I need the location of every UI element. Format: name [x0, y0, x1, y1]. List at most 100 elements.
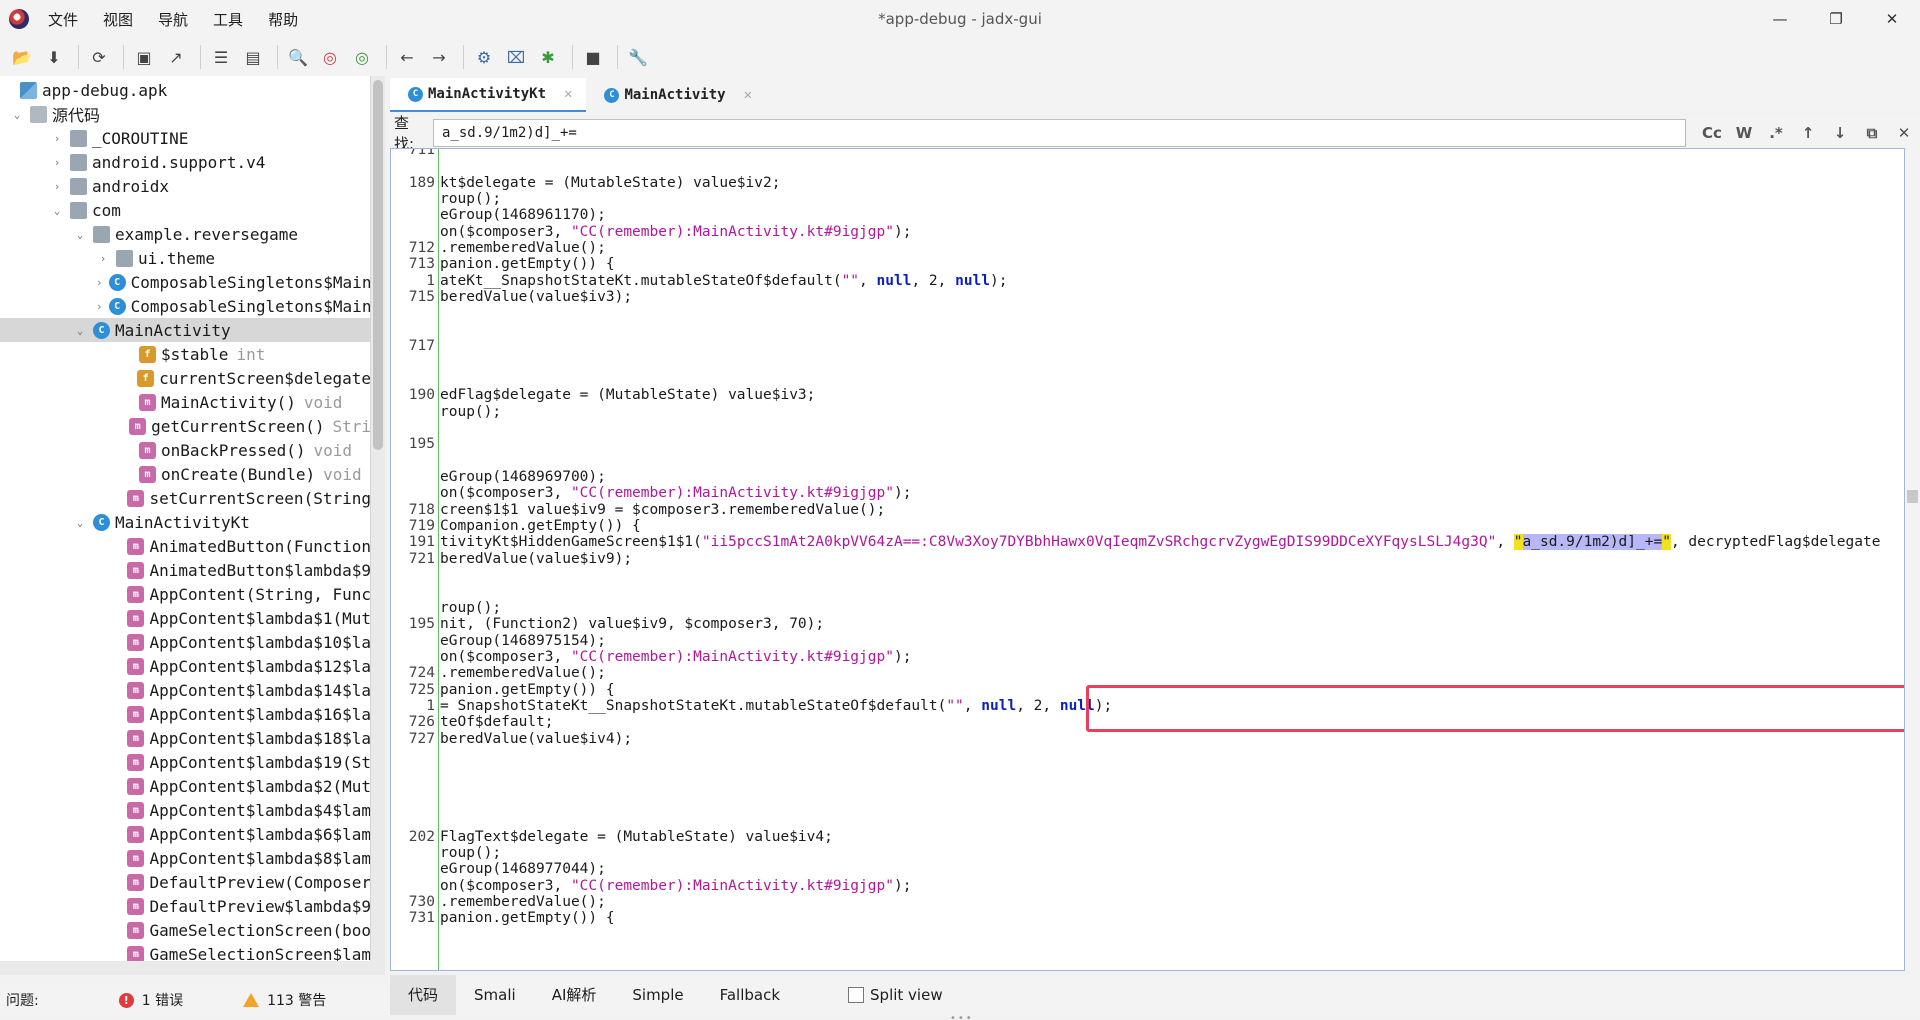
menu-navigation[interactable]: 导航 [158, 9, 188, 30]
tree-item[interactable]: m GameSelectionScreen(boo [0, 918, 370, 942]
find-next-button[interactable]: ↓ [1824, 124, 1856, 142]
expanded-chevron-icon[interactable]: ⌄ [73, 228, 87, 241]
close-find-button[interactable]: ✕ [1888, 124, 1920, 142]
tree-item[interactable]: f $stable int [0, 342, 370, 366]
tab-mainactivitykt[interactable]: C MainActivityKt ✕ [390, 78, 587, 112]
tree-item[interactable]: › C ComposableSingletons$MainAc [0, 294, 370, 318]
restore-button[interactable]: ❐ [1808, 0, 1864, 38]
project-tree[interactable]: app-debug.apk ⌄ 源代码 › _COROUTINE › android.sup… [0, 76, 371, 975]
tree-item[interactable]: ⌄ com [0, 198, 370, 222]
expanded-chevron-icon[interactable]: ⌄ [10, 108, 24, 121]
menu-help[interactable]: 帮助 [268, 9, 298, 30]
tree-horizontal-scrollbar[interactable] [0, 961, 371, 975]
warnings-indicator[interactable]: 113 警告 [243, 990, 326, 1010]
tree-item[interactable]: m DefaultPreview$lambda$9 [0, 894, 370, 918]
tree-item[interactable]: ⌄ C MainActivityKt [0, 510, 370, 534]
tree-item[interactable]: m AppContent$lambda$6$lam [0, 822, 370, 846]
flatten-packages-icon[interactable]: ☰ [207, 43, 235, 71]
tree-item[interactable]: f currentScreen$delegate [0, 366, 370, 390]
code-text: on($composer3, "CC(remember):MainActivit… [435, 224, 911, 241]
find-class-icon[interactable]: ◎ [316, 43, 344, 71]
match-case-toggle[interactable]: Cc [1696, 124, 1728, 142]
tree-item[interactable]: app-debug.apk [0, 78, 370, 102]
split-view-toggle[interactable]: Split view [848, 986, 943, 1004]
tree-item[interactable]: m MainActivity() void [0, 390, 370, 414]
close-window-button[interactable]: ✕ [1864, 0, 1920, 38]
collapsed-chevron-icon[interactable]: › [96, 276, 103, 289]
code-scrollbar[interactable] [1905, 148, 1920, 971]
view-tab-code[interactable]: 代码 [390, 975, 457, 1015]
collapsed-chevron-icon[interactable]: › [96, 252, 110, 265]
tree-item[interactable]: m AppContent$lambda$14$la [0, 678, 370, 702]
tree-item[interactable]: m AppContent$lambda$2(Mut [0, 774, 370, 798]
menu-tools[interactable]: 工具 [213, 9, 243, 30]
open-file-icon[interactable]: 📂 [8, 43, 36, 71]
export-icon[interactable]: ↗ [162, 43, 190, 71]
package-view-icon[interactable]: ▤ [239, 43, 267, 71]
sync-icon[interactable]: ⟳ [85, 43, 113, 71]
tree-item[interactable]: m AppContent$lambda$12$la [0, 654, 370, 678]
tree-item[interactable]: m AppContent$lambda$16$la [0, 702, 370, 726]
view-tab-fallback[interactable]: Fallback [702, 975, 798, 1015]
close-tab-icon[interactable]: ✕ [564, 86, 572, 102]
collapsed-chevron-icon[interactable]: › [50, 132, 64, 145]
tree-item[interactable]: ⌄ C MainActivity [0, 318, 370, 342]
expanded-chevron-icon[interactable]: ⌄ [50, 204, 64, 217]
tree-item[interactable]: m getCurrentScreen() Stri [0, 414, 370, 438]
tree-item[interactable]: m DefaultPreview(Composer [0, 870, 370, 894]
tree-item[interactable]: ⌄ example.reversegame [0, 222, 370, 246]
tree-item[interactable]: m onBackPressed() void [0, 438, 370, 462]
tree-item[interactable]: › androidx [0, 174, 370, 198]
find-usage-icon[interactable]: ◎ [348, 43, 376, 71]
decompile-icon[interactable]: ⚙ [470, 43, 498, 71]
expanded-chevron-icon[interactable]: ⌄ [73, 324, 87, 337]
preferences-wrench-icon[interactable]: 🔧 [624, 43, 652, 71]
tree-item[interactable]: › C ComposableSingletons$MainAc [0, 270, 370, 294]
expanded-chevron-icon[interactable]: ⌄ [73, 516, 87, 529]
tree-item[interactable]: m AppContent$lambda$1(Mut [0, 606, 370, 630]
mark-all-button[interactable]: ⧉ [1856, 124, 1888, 142]
collapsed-chevron-icon[interactable]: › [50, 180, 64, 193]
view-tab-ai[interactable]: AI解析 [534, 975, 615, 1015]
tree-item[interactable]: m AppContent$lambda$8$lam [0, 846, 370, 870]
save-icon[interactable]: ▣ [130, 43, 158, 71]
tree-item[interactable]: m AppContent$lambda$18$la [0, 726, 370, 750]
regex-toggle[interactable]: .* [1760, 124, 1792, 142]
minimize-button[interactable]: — [1752, 0, 1808, 38]
tree-item[interactable]: m AppContent$lambda$19(St [0, 750, 370, 774]
tree-scrollbar-thumb[interactable] [373, 80, 383, 450]
menu-file[interactable]: 文件 [48, 9, 78, 30]
tree-item[interactable]: m AnimatedButton$lambda$9 [0, 558, 370, 582]
tree-item[interactable]: ⌄ 源代码 [0, 102, 370, 126]
tree-item[interactable]: m AppContent$lambda$10$la [0, 630, 370, 654]
menu-view[interactable]: 视图 [103, 9, 133, 30]
find-input[interactable]: a_sd.9/1m2)d]_+= [432, 119, 1686, 147]
tab-mainactivity[interactable]: C MainActivity ✕ [586, 78, 766, 112]
log-viewer-icon[interactable]: ■ [579, 43, 607, 71]
tree-item[interactable]: m setCurrentScreen(String [0, 486, 370, 510]
resize-grip-icon[interactable]: ••• [950, 1013, 974, 1020]
close-tab-icon[interactable]: ✕ [744, 87, 752, 103]
view-tab-smali[interactable]: Smali [456, 975, 534, 1015]
whole-word-toggle[interactable]: W [1728, 124, 1760, 142]
find-previous-button[interactable]: ↑ [1792, 124, 1824, 142]
tree-item[interactable]: m AppContent(String, Func [0, 582, 370, 606]
search-icon[interactable]: 🔍 [284, 43, 312, 71]
save-all-icon[interactable]: ⬇ [40, 43, 68, 71]
collapsed-chevron-icon[interactable]: › [50, 156, 64, 169]
split-view-checkbox[interactable] [848, 987, 865, 1003]
debug-bug-icon[interactable]: ✱ [534, 43, 562, 71]
code-editor[interactable]: 711 189 kt$delegate = (MutableState) value… [390, 148, 1905, 971]
errors-indicator[interactable]: ! 1 错误 [118, 990, 183, 1010]
tree-item[interactable]: › android.support.v4 [0, 150, 370, 174]
tree-item[interactable]: m onCreate(Bundle) void [0, 462, 370, 486]
tree-item[interactable]: m AppContent$lambda$4$lam [0, 798, 370, 822]
view-tab-simple[interactable]: Simple [614, 975, 701, 1015]
deobfuscation-icon[interactable]: ⌧ [502, 43, 530, 71]
back-arrow-icon[interactable]: ← [393, 43, 421, 71]
tree-item[interactable]: m AnimatedButton(Function [0, 534, 370, 558]
tree-item[interactable]: › _COROUTINE [0, 126, 370, 150]
collapsed-chevron-icon[interactable]: › [96, 300, 103, 313]
forward-arrow-icon[interactable]: → [425, 43, 453, 71]
tree-item[interactable]: › ui.theme [0, 246, 370, 270]
